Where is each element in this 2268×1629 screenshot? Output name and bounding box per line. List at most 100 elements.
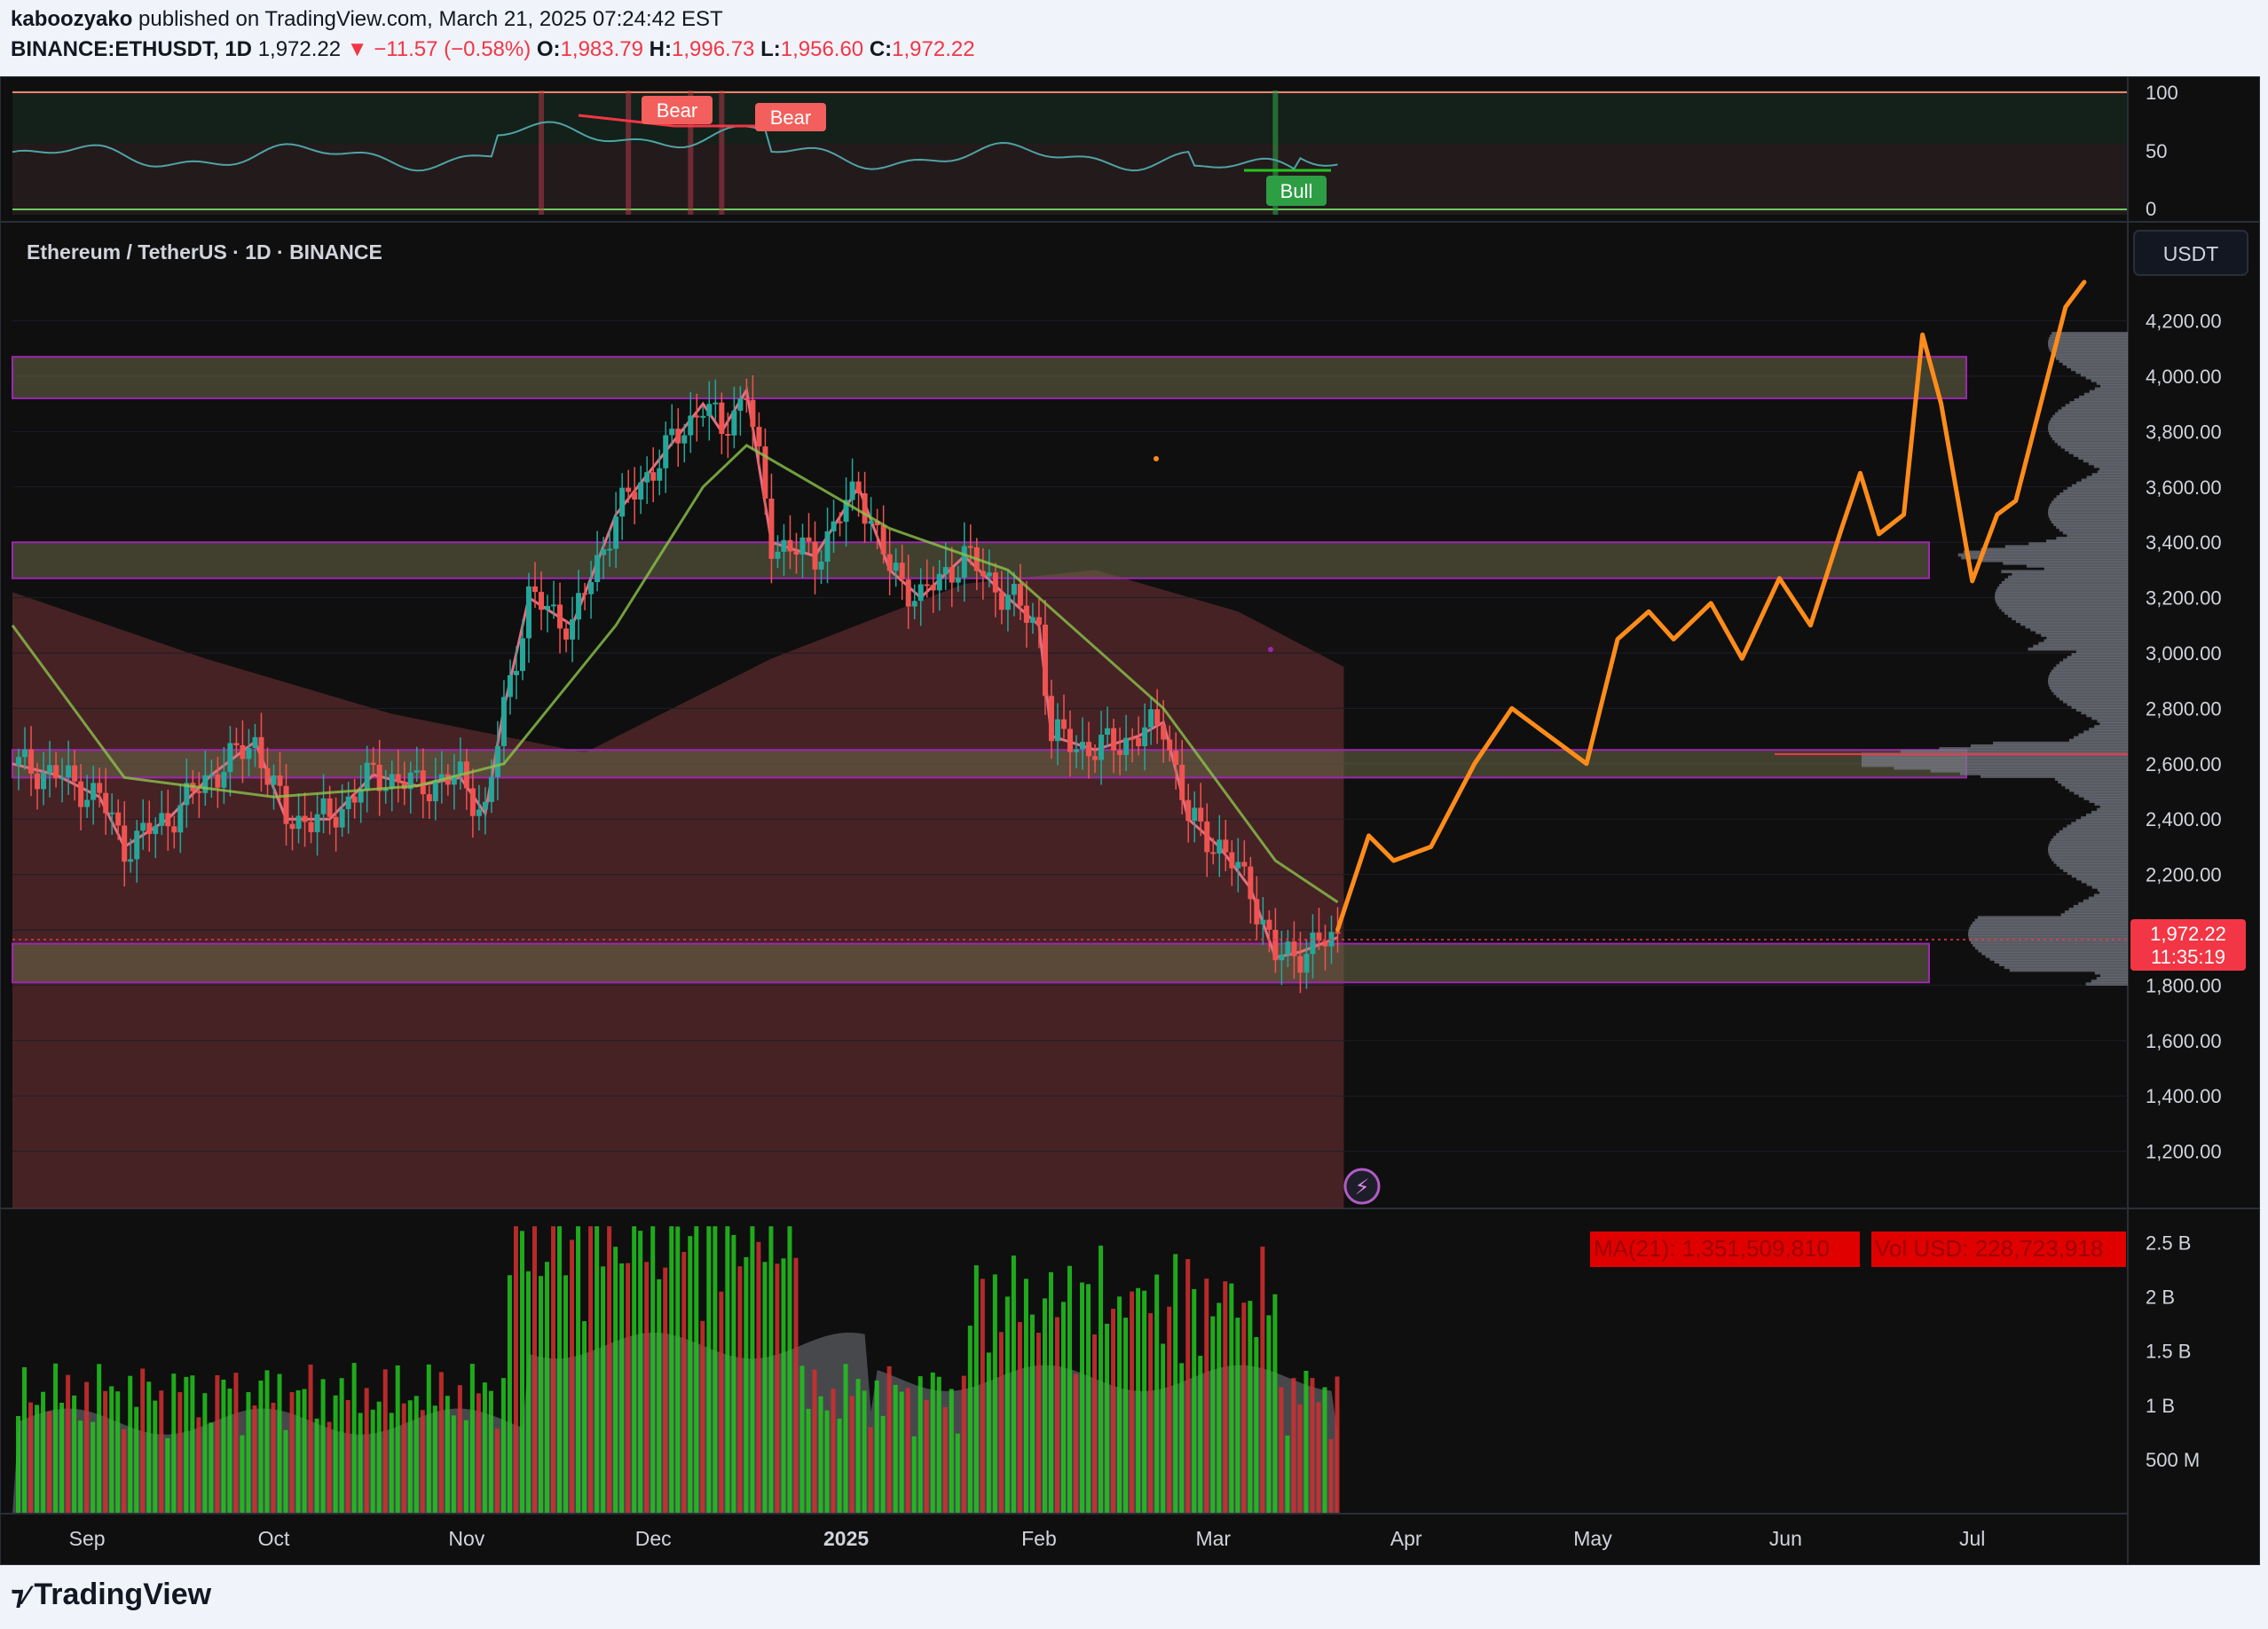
candle-body (103, 792, 109, 814)
volume-bar (706, 1226, 712, 1514)
volume-profile-bin (2059, 661, 2128, 665)
volume-bar (1036, 1333, 1041, 1514)
volume-profile-bin (1894, 766, 2128, 770)
price-tick-label: 3,800.00 (2146, 421, 2222, 443)
volume-bar (277, 1373, 282, 1514)
candle-body (271, 775, 277, 785)
volume-bar (41, 1391, 46, 1514)
volume-bar (103, 1390, 108, 1514)
candle-body (1322, 940, 1328, 947)
volume-bar (917, 1376, 923, 1514)
volume-bar (401, 1403, 406, 1514)
volume-tick-label: 1 B (2146, 1395, 2175, 1417)
volume-bar (115, 1391, 121, 1514)
candle-body (1123, 737, 1130, 755)
candle-body (1335, 932, 1341, 934)
candle-body (1099, 735, 1105, 760)
volume-bar (781, 1258, 786, 1514)
volume-bar (731, 1234, 736, 1514)
volume-profile-bin (2049, 420, 2128, 424)
volume-profile-bin (1969, 938, 2128, 941)
candle-body (899, 563, 905, 580)
volume-profile-bin (2048, 844, 2128, 847)
symbol-label[interactable]: BINANCE:ETHUSDT, 1D (11, 37, 252, 61)
volume-profile-bin (2056, 525, 2128, 530)
volume-profile-bin (1981, 951, 2128, 956)
candle-body (917, 584, 924, 602)
volume-profile-bin (1995, 597, 2128, 602)
candle-body (942, 567, 949, 574)
publisher-line: kaboozyako published on TradingView.com,… (11, 7, 723, 32)
publisher-name[interactable]: kaboozyako (11, 7, 132, 31)
candle-body (413, 770, 420, 773)
volume-profile-bin (1961, 555, 2128, 560)
volume-bar (899, 1391, 904, 1514)
volume-profile-bin (2060, 445, 2128, 449)
volume-profile-bin (2012, 617, 2128, 621)
volume-bar (632, 1226, 637, 1514)
volume-bar (545, 1262, 550, 1514)
candle-body (632, 492, 638, 500)
volume-profile-bin (1959, 772, 2128, 775)
volume-profile-bin (2030, 627, 2128, 632)
volume-bar (320, 1379, 326, 1514)
candle-body (476, 809, 482, 816)
volume-profile-bin (1862, 755, 2128, 759)
candle-body (1067, 728, 1073, 752)
volume-profile-bin (2048, 681, 2128, 684)
volume-profile-bin (2099, 467, 2128, 471)
candle-body (426, 794, 432, 802)
tradingview-logo[interactable]: ⁊⁄ TradingView (11, 1578, 211, 1612)
candle-body (719, 402, 725, 435)
volume-bar (59, 1403, 65, 1514)
volume-profile-bin (2085, 982, 2128, 986)
volume-profile-bin (2094, 971, 2128, 975)
volume-bar (967, 1326, 973, 1514)
volume-bar (1011, 1255, 1016, 1514)
volume-bar (737, 1266, 743, 1514)
volume-bar (855, 1379, 861, 1514)
volume-profile-bin (2056, 536, 2128, 540)
purple-dot (1268, 647, 1273, 652)
candle-body (768, 498, 775, 559)
volume-profile-bin (1968, 935, 2128, 939)
candle-body (905, 579, 911, 607)
candle-body (992, 572, 998, 593)
volume-profile-bin (2044, 567, 2128, 571)
last-price: 1,972.22 (257, 37, 342, 61)
chart-canvas[interactable]: Bear Bear Bull 100 50 0 Ethereum / Tethe… (0, 76, 2259, 1563)
volume-profile-bin (2059, 359, 2128, 363)
candle-body (358, 790, 364, 803)
candle-body (570, 619, 576, 640)
volume-bar (992, 1274, 997, 1514)
volume-profile-bin (2058, 409, 2128, 413)
candle-body (1167, 739, 1173, 751)
volume-bar (395, 1365, 400, 1514)
volume-bar (1123, 1318, 1129, 1514)
volume-profile-bin (2068, 738, 2128, 743)
candle-body (998, 592, 1004, 610)
volume-profile-bin (1974, 918, 2128, 923)
volume-bar (756, 1241, 761, 1514)
volume-profile-bin (1968, 933, 2128, 936)
candle-body (1198, 807, 1204, 822)
volume-profile-bin (2053, 861, 2128, 864)
volume-profile-bin (2059, 696, 2128, 701)
volume-profile-bin (1996, 589, 2128, 593)
time-tick-label: May (1573, 1527, 1612, 1550)
volume-bar (955, 1433, 960, 1514)
candle-body (967, 546, 973, 548)
volume-profile-bin (2050, 503, 2128, 508)
time-axis-ticks: Sep Oct Nov Dec 2025 Feb Mar Apr May Jun Jul (69, 1527, 1986, 1550)
volume-bar (358, 1413, 363, 1514)
volume-profile-bin (2059, 830, 2128, 834)
volume-bar (551, 1226, 556, 1514)
candle-body (563, 628, 570, 640)
volume-bar (47, 1411, 52, 1514)
volume-tick-label: 2 B (2146, 1287, 2175, 1309)
volume-bar (457, 1385, 462, 1514)
volume-bar (382, 1369, 388, 1514)
volume-bar (1217, 1302, 1222, 1514)
volume-profile-bin (2003, 562, 2128, 565)
volume-axis-ticks: 2.5 B 2 B 1.5 B 1 B 500 M (2146, 1232, 2200, 1470)
